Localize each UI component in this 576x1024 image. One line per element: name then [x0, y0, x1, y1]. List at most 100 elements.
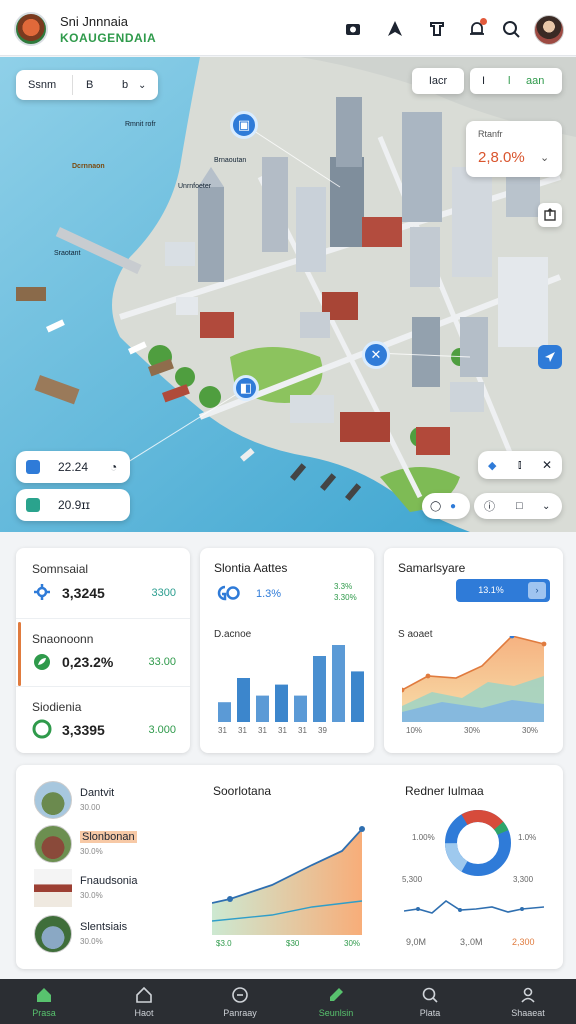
donut-label: 1.00%: [412, 833, 435, 842]
map-metric-2[interactable]: 20.9ɪɪ: [16, 489, 130, 521]
kpi-row[interactable]: Somnsaial 3,3245 3300: [16, 548, 190, 612]
map-zoom-controls[interactable]: ◯ ●: [422, 493, 470, 519]
chevron-down-icon[interactable]: ⌄: [542, 501, 550, 512]
tab-view-4-label[interactable]: aan: [526, 75, 544, 87]
user-avatar[interactable]: [534, 15, 564, 45]
map-label: Brnaoutan: [214, 157, 247, 164]
bar: [332, 645, 345, 722]
area-chart-card[interactable]: Samarlsyare 13.1% › S aoaet 10% 30% 30%: [384, 548, 563, 753]
bar-chart-card[interactable]: Slontia Aattes 1.3% 3.3% 3.30% D.acnoe 3…: [200, 548, 374, 753]
location-arrow-icon[interactable]: [538, 345, 562, 369]
trend-card-title: Soorlotana: [213, 784, 272, 798]
bar-chart: [218, 645, 364, 722]
trend-chart[interactable]: [212, 823, 368, 935]
bar-tick: 31: [278, 726, 287, 735]
tab-view-group[interactable]: I l aan: [470, 68, 562, 94]
map-label: Unrnfoeter: [178, 183, 212, 190]
donut-tick: 9,0M: [406, 937, 427, 947]
map-pin-tool-icon[interactable]: ✕: [362, 341, 390, 369]
chart-logo-icon: [217, 585, 240, 601]
top-header: Sni Jnnnaia KOAUGENDAIA: [0, 0, 576, 56]
bar-tick: 31: [218, 726, 227, 735]
layers-icon[interactable]: □: [516, 500, 523, 512]
tab-view-1[interactable]: Iacr: [412, 68, 464, 94]
kpi-delta: 3.000: [148, 724, 176, 736]
map-label: Dcrnnaon: [72, 163, 105, 170]
map-layer-controls[interactable]: ◆ ⫾ ✕: [478, 451, 562, 479]
map-view-controls[interactable]: ⓘ □ ⌄: [474, 493, 562, 519]
kpi-row[interactable]: Snaonoonn 0,23.2% 33.00: [16, 618, 190, 686]
timer-icon: ◔: [110, 460, 118, 474]
chevron-down-icon[interactable]: ⌄: [138, 80, 146, 91]
clock-icon: [232, 987, 248, 1003]
circle-icon[interactable]: ◯: [430, 501, 441, 512]
place-sub: 30.0%: [80, 847, 103, 856]
nav-item-house[interactable]: Haot: [104, 985, 184, 1018]
donut-label: 5,300: [402, 875, 423, 884]
nav-item-payments[interactable]: Panraay: [200, 985, 280, 1018]
area-selector-mid[interactable]: B: [86, 79, 93, 91]
map-stat-card[interactable]: Rtanfr 2,8.0% ⌄: [466, 121, 562, 177]
kpi-value: 3,3395: [62, 722, 105, 738]
bar-tick: 31: [238, 726, 247, 735]
kpi-row[interactable]: Siodienia 3,3395 3.000: [16, 686, 190, 750]
list-item[interactable]: Fnaudsonia 30.0%: [34, 869, 184, 909]
tab-view-2-label[interactable]: I: [482, 75, 485, 87]
place-name: Slonbonan: [80, 831, 137, 843]
pin-icon[interactable]: ●: [450, 501, 456, 512]
bar: [275, 684, 288, 722]
kpi-label: Somnsaial: [32, 562, 89, 576]
map-pin-home-icon[interactable]: ▣: [230, 111, 258, 139]
city-map[interactable]: Ssnm B b ⌄ Iacr I l aan Rtanfr 2,8.0% ⌄ …: [0, 57, 576, 532]
kpi-delta: 3300: [151, 587, 176, 599]
bar-tick: 39: [318, 726, 327, 735]
place-name: Dantvit: [80, 787, 115, 799]
kpi-value: 3,3245: [62, 585, 105, 601]
area-tick: 30%: [522, 726, 539, 735]
chevron-down-icon[interactable]: ⌄: [540, 151, 549, 164]
sparkline: [404, 900, 544, 914]
navigation-icon[interactable]: [384, 18, 406, 40]
close-icon[interactable]: ✕: [542, 458, 552, 472]
tab-view-1-label: Iacr: [428, 75, 448, 87]
place-name: Fnaudsonia: [80, 875, 138, 887]
list-item[interactable]: Slonbonan 30.0%: [34, 825, 184, 865]
list-item[interactable]: Slentsiais 30.0%: [34, 915, 184, 955]
map-pin-info-icon[interactable]: ◧: [233, 375, 259, 401]
edit-icon: [330, 988, 343, 1001]
place-thumbnail: [34, 915, 72, 953]
house-icon: [136, 986, 152, 1003]
bar-card-title: Slontia Aattes: [214, 561, 288, 575]
search-icon[interactable]: [500, 18, 522, 40]
nav-item-profile[interactable]: Shaaeat: [488, 985, 568, 1018]
map-metric-1-value: 22.24: [58, 460, 89, 474]
app-logo[interactable]: [14, 12, 48, 46]
chevron-right-icon[interactable]: ›: [528, 582, 546, 599]
bar: [294, 695, 307, 722]
area-selector-right[interactable]: b: [122, 79, 128, 91]
kpi-card: Somnsaial 3,3245 3300 Snaonoonn 0,23.2% …: [16, 548, 190, 753]
help-icon[interactable]: ⓘ: [484, 498, 495, 514]
nav-item-schedule[interactable]: Seunlsin: [296, 985, 376, 1018]
nav-label: Haot: [134, 1008, 154, 1018]
area-selector-left[interactable]: Ssnm: [28, 79, 56, 91]
area-selector[interactable]: Ssnm B b ⌄: [16, 70, 158, 100]
nav-item-search[interactable]: Plata: [390, 985, 470, 1018]
camera-icon[interactable]: [342, 18, 364, 40]
list-item[interactable]: Dantvit 30.00: [34, 781, 184, 821]
gear-icon: [34, 584, 50, 600]
text-tool-icon[interactable]: [426, 18, 448, 40]
nav-item-home[interactable]: Prasa: [4, 985, 84, 1018]
map-stat-value: 2,8.0%: [478, 149, 525, 166]
donut-chart[interactable]: [442, 807, 514, 879]
map-marker-icon: [26, 460, 40, 474]
place-thumbnail: [34, 781, 72, 819]
filter-icon[interactable]: ◆: [488, 459, 496, 472]
map-metric-1[interactable]: 22.24 ◔: [16, 451, 130, 483]
donut-label: 1.0%: [518, 833, 537, 842]
area-card-title: Samarlsyare: [398, 561, 466, 575]
tools-icon[interactable]: ⫾: [518, 459, 522, 472]
tab-view-3-label[interactable]: l: [508, 75, 510, 87]
range-toggle[interactable]: 13.1% ›: [456, 579, 550, 602]
export-icon[interactable]: [538, 203, 562, 227]
